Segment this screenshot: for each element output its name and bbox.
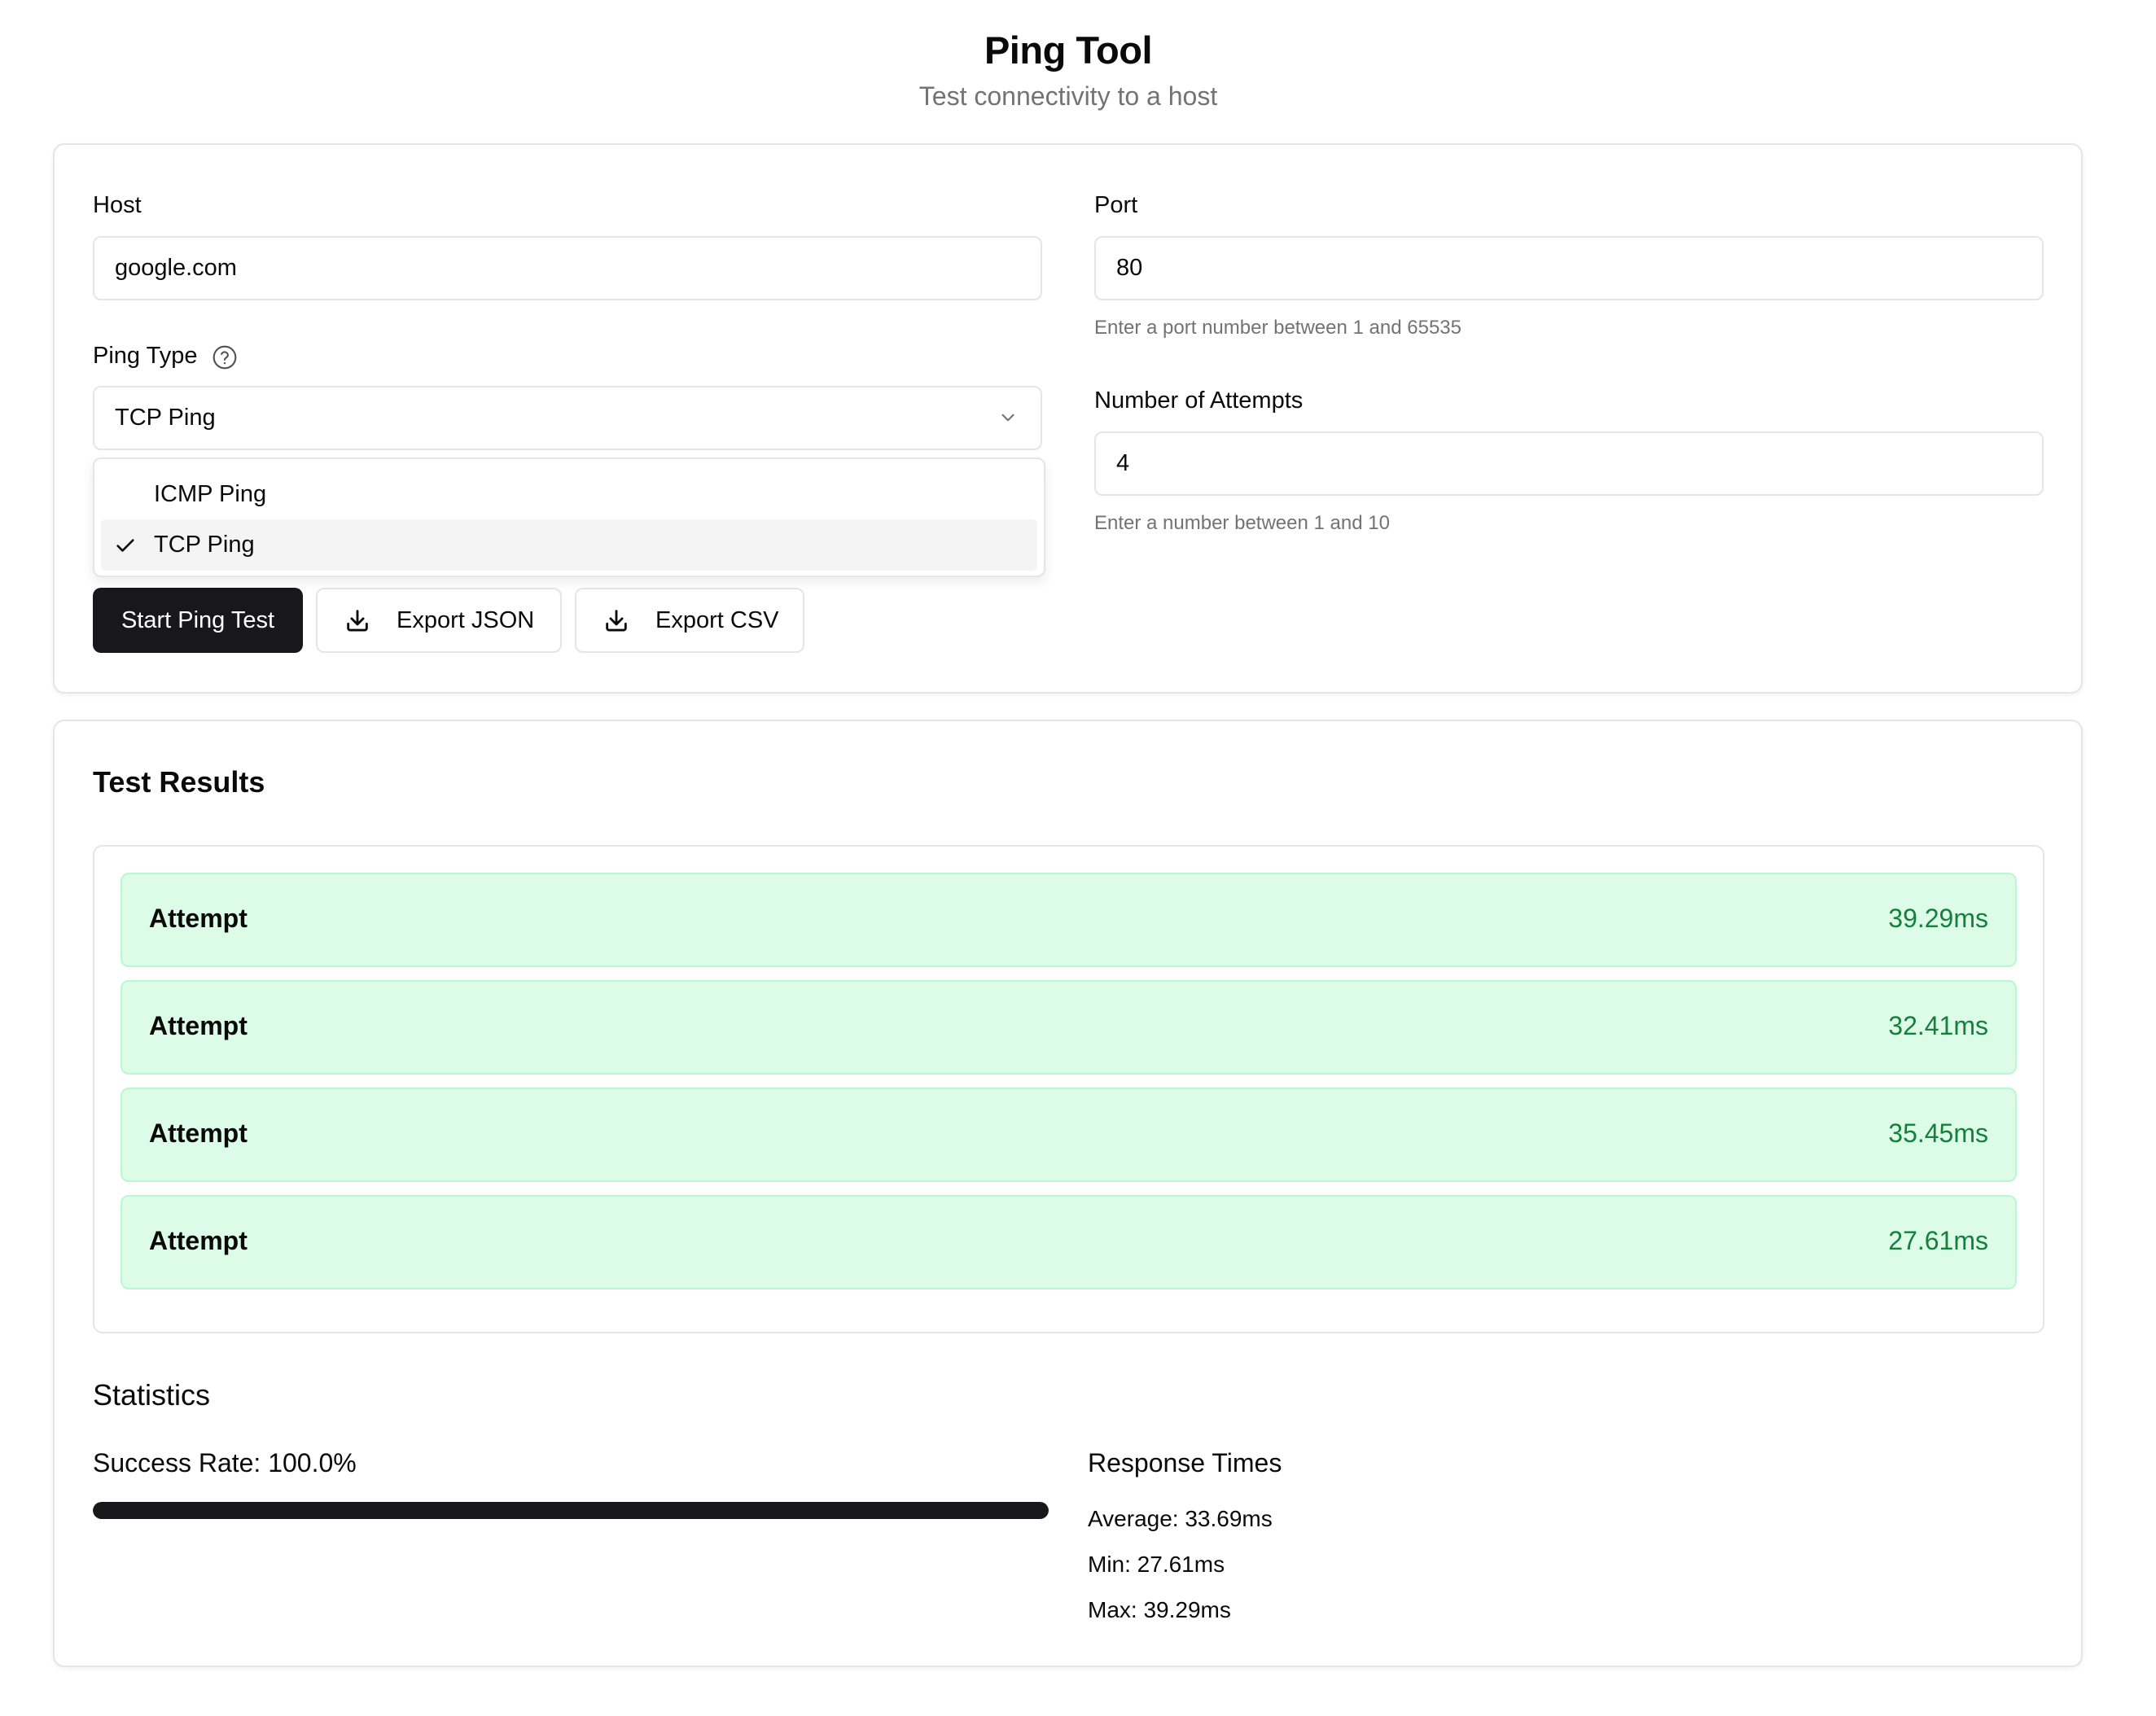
- ping-type-dropdown-menu: ICMP Ping TCP Ping: [93, 457, 1045, 577]
- attempts-label: Number of Attempts: [1094, 387, 1304, 414]
- download-icon: [606, 610, 627, 632]
- ping-type-selected-value: TCP Ping: [115, 405, 216, 431]
- response-time-max: Max: 39.29ms: [1088, 1597, 1231, 1622]
- page-title: Ping Tool: [984, 28, 1153, 72]
- option-label: ICMP Ping: [154, 481, 267, 507]
- port-hint: Enter a port number between 1 and 65535: [1094, 317, 1461, 339]
- start-ping-test-button[interactable]: Start Ping Test: [93, 588, 303, 653]
- success-rate-progress-fill: [93, 1502, 1049, 1519]
- attempt-latency: 39.29ms: [1888, 904, 1988, 933]
- attempt-latency: 32.41ms: [1888, 1011, 1988, 1040]
- option-icmp-ping[interactable]: ICMP Ping: [101, 469, 1037, 520]
- export-json-button[interactable]: Export JSON: [316, 588, 562, 653]
- attempts-input[interactable]: 4: [1094, 431, 2044, 496]
- export-json-label: Export JSON: [397, 606, 535, 633]
- chevron-down-icon: [1001, 414, 1014, 422]
- export-csv-label: Export CSV: [655, 606, 779, 633]
- help-circle-icon[interactable]: [212, 344, 238, 370]
- attempt-label: Attempt: [149, 1118, 248, 1148]
- attempt-row: Attempt 27.61ms: [121, 1195, 2017, 1289]
- attempt-label: Attempt: [149, 1226, 248, 1255]
- ping-type-label: Ping Type: [93, 343, 198, 369]
- response-time-average: Average: 33.69ms: [1088, 1506, 1273, 1531]
- page-subtitle: Test connectivity to a host: [918, 81, 1218, 111]
- host-input[interactable]: google.com: [93, 236, 1042, 300]
- port-input[interactable]: 80: [1094, 236, 2044, 300]
- port-label: Port: [1094, 192, 1138, 218]
- check-icon: [116, 538, 134, 552]
- success-rate-progress-bar: [93, 1502, 1049, 1519]
- ping-type-select[interactable]: TCP Ping: [93, 386, 1042, 450]
- export-csv-button[interactable]: Export CSV: [575, 588, 804, 653]
- attempt-row: Attempt 32.41ms: [121, 980, 2017, 1075]
- host-label: Host: [93, 192, 142, 218]
- attempt-latency: 27.61ms: [1888, 1226, 1988, 1255]
- response-times-title: Response Times: [1088, 1448, 1282, 1477]
- option-label: TCP Ping: [154, 532, 255, 558]
- attempt-latency: 35.45ms: [1888, 1118, 1988, 1148]
- test-results-title: Test Results: [93, 765, 265, 799]
- attempt-label: Attempt: [149, 1011, 248, 1040]
- success-rate-label: Success Rate: 100.0%: [93, 1448, 357, 1477]
- download-icon: [347, 610, 368, 632]
- attempt-row: Attempt 39.29ms: [121, 873, 2017, 967]
- attempts-hint: Enter a number between 1 and 10: [1094, 512, 1390, 534]
- statistics-title: Statistics: [93, 1378, 211, 1412]
- attempt-label: Attempt: [149, 904, 248, 933]
- attempt-row: Attempt 35.45ms: [121, 1088, 2017, 1182]
- option-tcp-ping[interactable]: TCP Ping: [101, 519, 1037, 571]
- response-time-min: Min: 27.61ms: [1088, 1552, 1225, 1577]
